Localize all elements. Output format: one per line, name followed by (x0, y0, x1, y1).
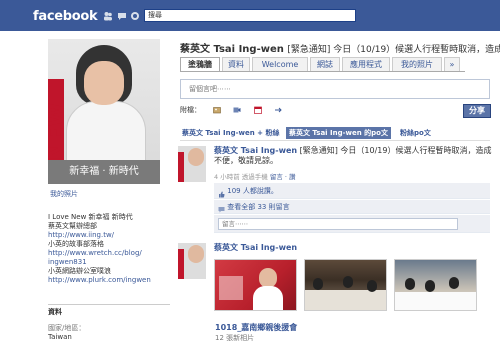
tab-more[interactable]: » (444, 57, 460, 71)
photo2-person (343, 276, 353, 288)
info-country-label: 國家/地區： (48, 324, 86, 332)
photo3-tablecloth (395, 292, 476, 310)
profile-face (84, 61, 124, 105)
album-photo-2[interactable] (304, 259, 387, 311)
attach-bar: 附檔： (180, 105, 282, 115)
album-title[interactable]: 1018_嘉南鄉親後援會 (215, 322, 297, 333)
photo3-person (425, 280, 435, 292)
profile-name[interactable]: 蔡英文 Tsai Ing-wen (180, 44, 284, 55)
post2-avatar[interactable] (178, 243, 206, 279)
friend-requests-icon[interactable] (103, 11, 113, 21)
avatar-face (188, 148, 204, 166)
video-attach-icon[interactable] (233, 106, 241, 114)
bio-link-plurk[interactable]: http://www.plurk.com/ingwen (48, 276, 170, 285)
profile-tabs: 塗鴉牆 資料 Welcome 網誌 應用程式 我的照片 » (180, 55, 465, 72)
messages-icon[interactable] (117, 11, 127, 21)
bio-link-site[interactable]: http://www.iing.tw/ (48, 231, 170, 240)
tab-info[interactable]: 資料 (222, 57, 250, 71)
avatar2-face (188, 245, 204, 263)
post-via: 透過手機 (241, 173, 268, 181)
filter-all[interactable]: 蔡英文 Tsai Ing-wen + 粉絲 (182, 127, 279, 139)
post2-text: 蔡英文 Tsai Ing-wen (214, 243, 297, 253)
like-icon (218, 188, 225, 197)
comments-icon (218, 204, 225, 212)
filter-page-posts[interactable]: 蔡英文 Tsai Ing-wen 的po文 (286, 127, 391, 139)
search-input[interactable]: 搜尋 (144, 9, 356, 22)
share-button[interactable]: 分享 (463, 104, 491, 118)
attach-label: 附檔： (180, 106, 201, 114)
bio-line-0: I Love New 新幸福 新時代 (48, 213, 133, 221)
post-time[interactable]: 4 小時前 (214, 173, 240, 181)
photo3-person (405, 278, 415, 290)
bio-line-6: 小英網路辦公室噗浪 (48, 267, 111, 275)
facebook-logo[interactable]: facebook (33, 9, 98, 24)
profile-status: [緊急通知] 今日（10/19）候選人行程暫時取消，造成不便，敬請見諒。 (287, 45, 500, 55)
avatar2-stripe (178, 249, 184, 279)
profile-picture[interactable]: NEW 新幸福 · 新時代 (48, 39, 160, 184)
bio-line-1: 蔡英文幫辦總部 (48, 222, 97, 230)
profile-shirt (66, 101, 146, 163)
photo2-person (367, 280, 377, 292)
post-actions[interactable]: 留言 · 讚 (270, 173, 296, 181)
likes-box: 109 人都說讚。 (214, 183, 490, 199)
album-photo-1[interactable] (214, 259, 297, 311)
tab-welcome[interactable]: Welcome (252, 57, 308, 71)
view-all-comments[interactable]: 查看全部 33 則留言 (227, 203, 289, 211)
bio-line-3: 小英的故事部落格 (48, 240, 104, 248)
post-avatar[interactable] (178, 146, 206, 182)
change-picture-link[interactable]: 我的照片 (50, 189, 78, 199)
comments-box: 查看全部 33 則留言 (214, 200, 490, 214)
picture-banner: 新幸福 · 新時代 (48, 160, 160, 184)
photo3-person (449, 277, 459, 289)
info-country-value: Taiwan (48, 333, 72, 341)
post-text: 蔡英文 Tsai Ing-wen [緊急通知] 今日（10/19）候選人行程暫時… (214, 146, 496, 166)
photo2-tables (305, 290, 386, 310)
comment-input[interactable]: 留言⋯⋯ (218, 218, 458, 230)
notifications-icon[interactable] (130, 11, 140, 21)
bio-link-blog-id[interactable]: ingwen831 (48, 258, 170, 267)
profile-bio: I Love New 新幸福 新時代 蔡英文幫辦總部 http://www.ii… (48, 213, 170, 285)
post2-author[interactable]: 蔡英文 Tsai Ing-wen (214, 243, 297, 252)
info-header: 資料 (48, 304, 170, 317)
page-title: 蔡英文 Tsai Ing-wen [緊急通知] 今日（10/19）候選人行程暫時… (180, 40, 500, 55)
post-author[interactable]: 蔡英文 Tsai Ing-wen (214, 146, 297, 155)
top-bar: facebook 搜尋 (0, 0, 500, 31)
photo1-shirt (253, 286, 283, 310)
album-count: 12 張新相片 (215, 334, 255, 342)
tab-wall[interactable]: 塗鴉牆 (180, 57, 220, 71)
likes-count[interactable]: 109 人都說讚。 (227, 187, 278, 195)
bio-link-blog[interactable]: http://www.wretch.cc/blog/ (48, 249, 170, 258)
tab-apps[interactable]: 應用程式 (342, 57, 390, 71)
photo2-person (313, 278, 323, 290)
filter-fan-posts[interactable]: 粉絲po文 (400, 127, 431, 139)
photo1-sign (219, 276, 243, 300)
photo-attach-icon[interactable] (213, 106, 222, 114)
tab-notes[interactable]: 網誌 (310, 57, 340, 71)
post-meta: 4 小時前 透過手機 留言 · 讚 (214, 171, 296, 181)
avatar-stripe (178, 152, 184, 182)
photo1-face (259, 268, 277, 288)
album-photo-3[interactable] (394, 259, 477, 311)
event-attach-icon[interactable] (253, 106, 262, 114)
tab-photos[interactable]: 我的照片 (392, 57, 442, 71)
link-attach-icon[interactable] (274, 106, 282, 114)
status-composer-input[interactable]: 留個言吧⋯⋯ (180, 79, 490, 99)
wall-filters: 蔡英文 Tsai Ing-wen + 粉絲 蔡英文 Tsai Ing-wen 的… (180, 124, 490, 141)
new-logo-text: NEW (48, 102, 70, 161)
